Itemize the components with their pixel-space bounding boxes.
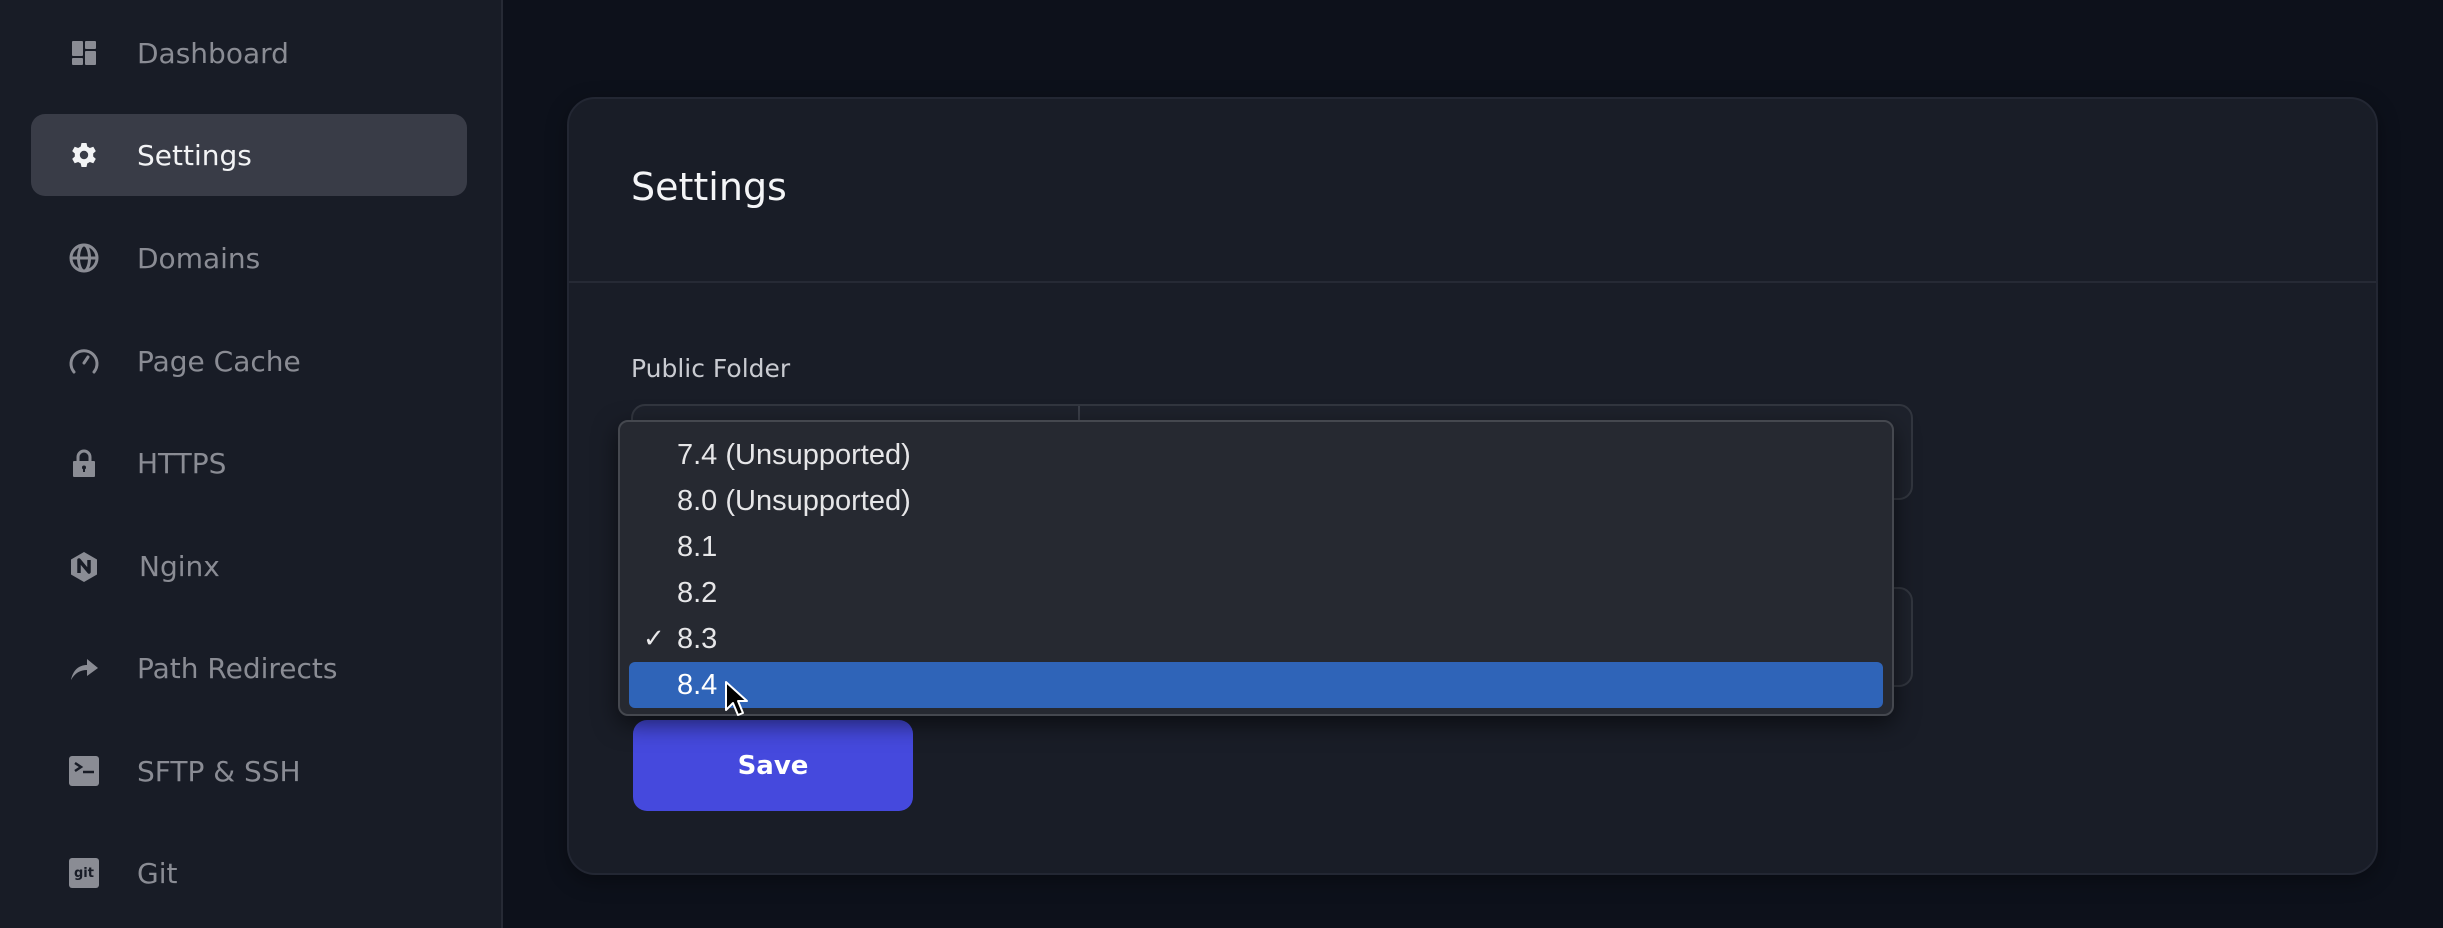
option-label: 8.3 (677, 622, 718, 655)
share-arrow-icon (68, 652, 100, 684)
sidebar-item-path-redirects[interactable]: Path Redirects (31, 627, 467, 709)
sidebar-item-page-cache[interactable]: Page Cache (31, 320, 467, 402)
sidebar-item-label: SFTP & SSH (137, 754, 301, 788)
option-label: 7.4 (Unsupported) (677, 438, 911, 471)
sidebar-item-domains[interactable]: Domains (31, 217, 467, 299)
git-icon: git (68, 857, 100, 889)
terminal-icon (68, 755, 100, 787)
sidebar-item-label: Nginx (139, 549, 220, 583)
sidebar: Dashboard Settings Domains Page Cache HT… (0, 0, 503, 928)
sidebar-item-label: Git (137, 856, 178, 890)
page-title: Settings (631, 165, 787, 209)
dropdown-option-8-1[interactable]: 8.1 (629, 524, 1883, 570)
sidebar-item-label: Domains (137, 241, 261, 275)
sidebar-item-git[interactable]: git Git (31, 832, 467, 914)
gear-icon (68, 139, 100, 171)
sidebar-item-dashboard[interactable]: Dashboard (31, 12, 467, 94)
option-label: 8.2 (677, 576, 718, 609)
lock-icon (68, 447, 100, 479)
checkmark-icon: ✓ (643, 624, 665, 654)
option-label: 8.1 (677, 530, 718, 563)
sidebar-item-label: Path Redirects (137, 651, 338, 685)
gauge-icon (68, 345, 100, 377)
sidebar-item-label: Settings (137, 138, 252, 172)
sidebar-item-nginx[interactable]: Nginx (31, 525, 467, 607)
public-folder-label: Public Folder (631, 354, 791, 383)
option-label: 8.0 (Unsupported) (677, 484, 911, 517)
dropdown-option-7-4[interactable]: 7.4 (Unsupported) (629, 432, 1883, 478)
save-button[interactable]: Save (633, 720, 913, 811)
sidebar-item-https[interactable]: HTTPS (31, 422, 467, 504)
globe-icon (68, 242, 100, 274)
dashboard-icon (68, 37, 100, 69)
dropdown-option-8-3[interactable]: ✓ 8.3 (629, 616, 1883, 662)
nginx-icon (68, 550, 100, 582)
svg-text:git: git (74, 866, 94, 881)
dropdown-option-8-2[interactable]: 8.2 (629, 570, 1883, 616)
php-version-dropdown-menu: 7.4 (Unsupported) 8.0 (Unsupported) 8.1 … (618, 420, 1894, 716)
sidebar-item-settings[interactable]: Settings (31, 114, 467, 196)
sidebar-item-sftp-ssh[interactable]: SFTP & SSH (31, 730, 467, 812)
sidebar-item-label: Page Cache (137, 344, 301, 378)
dropdown-option-8-0[interactable]: 8.0 (Unsupported) (629, 478, 1883, 524)
dropdown-option-8-4[interactable]: 8.4 (629, 662, 1883, 708)
sidebar-item-label: HTTPS (137, 446, 227, 480)
sidebar-item-label: Dashboard (137, 36, 289, 70)
option-label: 8.4 (677, 668, 718, 701)
card-divider (569, 281, 2376, 283)
